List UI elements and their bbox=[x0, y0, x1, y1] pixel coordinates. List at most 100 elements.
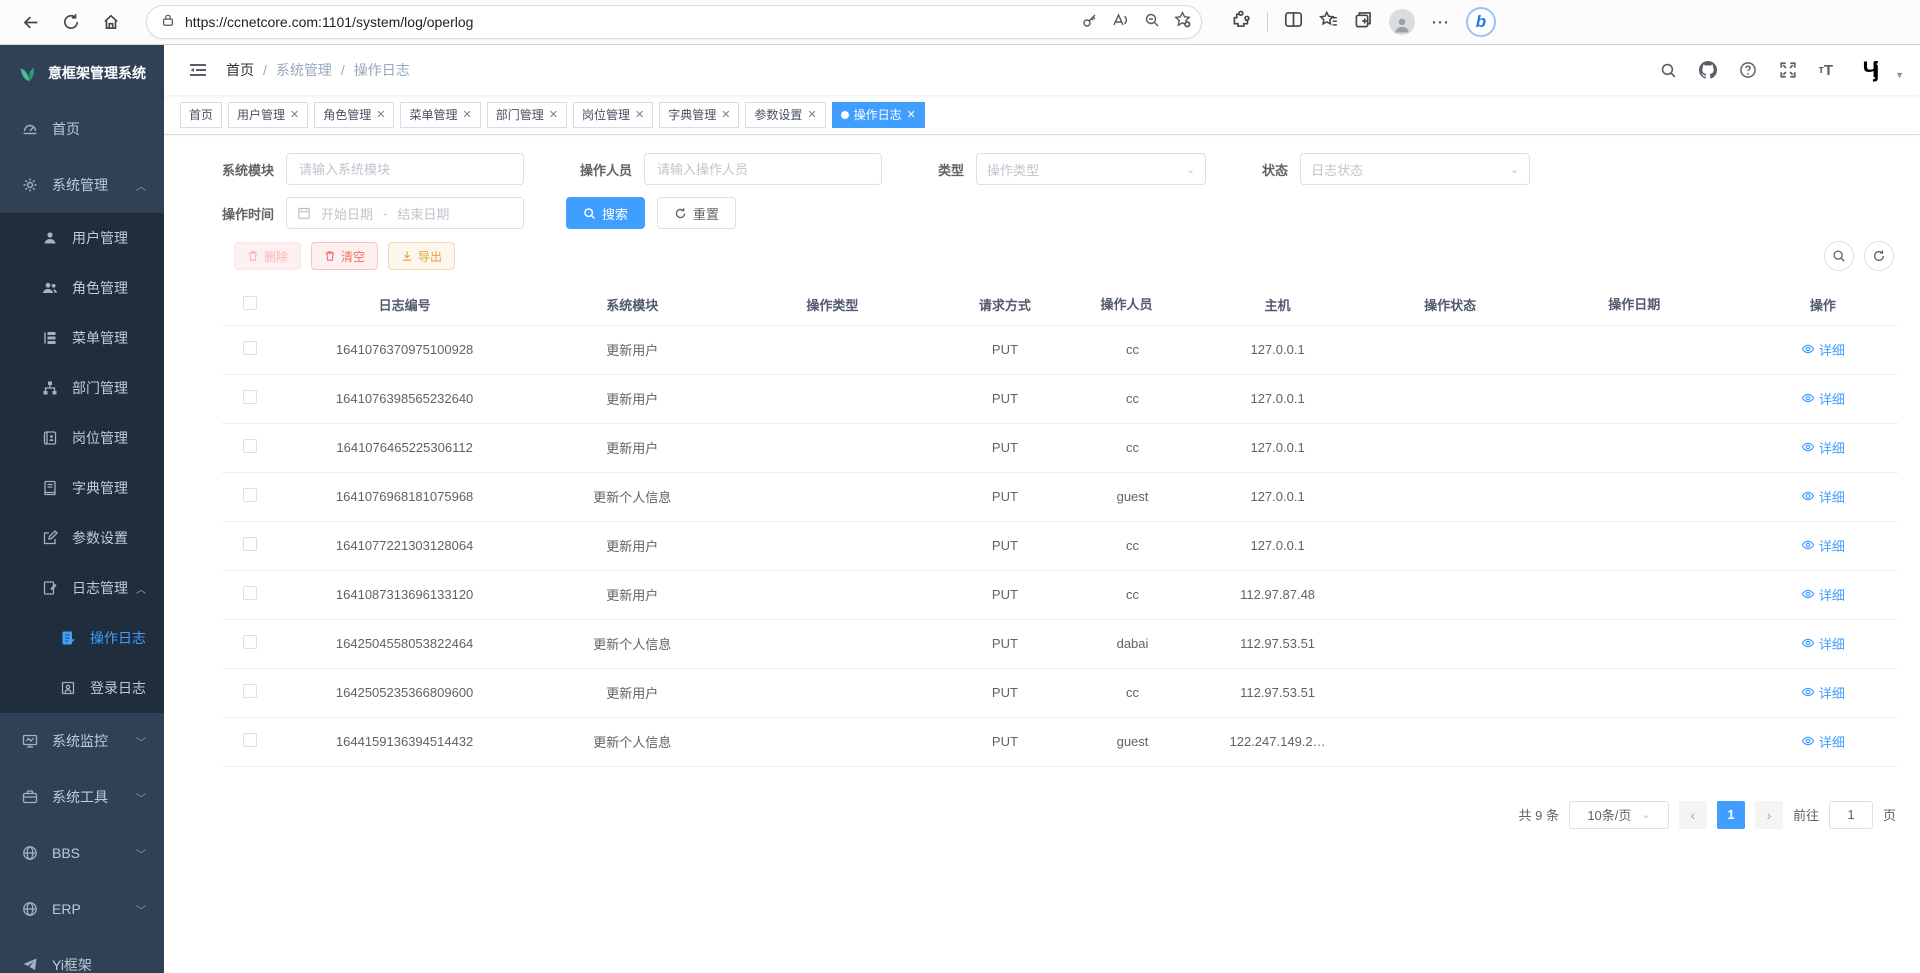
row-checkbox[interactable] bbox=[243, 341, 257, 355]
font-size-icon[interactable]: тT bbox=[1819, 62, 1834, 79]
favorites-icon[interactable] bbox=[1319, 10, 1338, 34]
sidebar-item-parameters[interactable]: 参数设置 bbox=[0, 513, 164, 563]
breadcrumb-home[interactable]: 首页 bbox=[226, 60, 254, 80]
more-menu-icon[interactable]: ⋯ bbox=[1431, 12, 1450, 33]
close-icon[interactable]: ✕ bbox=[907, 108, 916, 121]
tab-operation-log[interactable]: 操作日志✕ bbox=[832, 102, 925, 128]
row-checkbox[interactable] bbox=[243, 733, 257, 747]
close-icon[interactable]: ✕ bbox=[721, 108, 730, 121]
view-detail-link[interactable]: 详细 bbox=[1801, 732, 1845, 751]
view-detail-link[interactable]: 详细 bbox=[1801, 389, 1845, 408]
header-search-icon[interactable] bbox=[1660, 62, 1677, 79]
copilot-icon[interactable]: b bbox=[1466, 7, 1496, 37]
page-number-1[interactable]: 1 bbox=[1717, 801, 1745, 829]
row-checkbox[interactable] bbox=[243, 390, 257, 404]
user-avatar[interactable]: Чj bbox=[1855, 55, 1885, 85]
close-icon[interactable]: ✕ bbox=[549, 108, 558, 121]
view-detail-link[interactable]: 详细 bbox=[1801, 487, 1845, 506]
sidebar-item-posts[interactable]: 岗位管理 bbox=[0, 413, 164, 463]
hamburger-icon[interactable] bbox=[180, 52, 216, 88]
sidebar-item-yi-framework[interactable]: Yi框架 bbox=[0, 937, 164, 973]
browser-profile-avatar[interactable] bbox=[1389, 9, 1415, 35]
sort-icons[interactable] bbox=[1664, 297, 1672, 315]
delete-button[interactable]: 删除 bbox=[234, 242, 301, 270]
zoom-out-icon[interactable] bbox=[1144, 12, 1160, 33]
key-icon[interactable] bbox=[1082, 12, 1098, 33]
status-select[interactable]: 日志状态 ⌄ bbox=[1300, 153, 1530, 185]
hide-search-button[interactable] bbox=[1824, 241, 1854, 271]
row-checkbox[interactable] bbox=[243, 684, 257, 698]
row-checkbox[interactable] bbox=[243, 537, 257, 551]
reset-button[interactable]: 重置 bbox=[657, 197, 736, 229]
sidebar-item-erp[interactable]: ERP ﹀ bbox=[0, 881, 164, 937]
next-page-button[interactable]: › bbox=[1755, 801, 1783, 829]
sidebar-item-login-log[interactable]: 登录日志 bbox=[0, 663, 164, 713]
url-text[interactable]: https://ccnetcore.com:1101/system/log/op… bbox=[185, 14, 1072, 30]
view-detail-link[interactable]: 详细 bbox=[1801, 536, 1845, 555]
tab-dictionary[interactable]: 字典管理✕ bbox=[659, 102, 739, 128]
tab-roles[interactable]: 角色管理✕ bbox=[314, 102, 394, 128]
tab-parameters[interactable]: 参数设置✕ bbox=[745, 102, 825, 128]
split-screen-icon[interactable] bbox=[1284, 10, 1303, 34]
read-aloud-icon[interactable] bbox=[1112, 12, 1130, 33]
sidebar-item-logs[interactable]: 日志管理 ︿ bbox=[0, 563, 164, 613]
help-icon[interactable] bbox=[1739, 61, 1757, 79]
row-checkbox[interactable] bbox=[243, 439, 257, 453]
prev-page-button[interactable]: ‹ bbox=[1679, 801, 1707, 829]
caret-down-icon[interactable]: ▼ bbox=[1895, 70, 1904, 80]
search-button[interactable]: 搜索 bbox=[566, 197, 645, 229]
goto-page-input[interactable] bbox=[1829, 801, 1873, 829]
fullscreen-icon[interactable] bbox=[1779, 61, 1797, 79]
browser-home-icon[interactable] bbox=[94, 5, 128, 39]
type-select[interactable]: 操作类型 ⌄ bbox=[976, 153, 1206, 185]
collections-icon[interactable] bbox=[1354, 10, 1373, 34]
view-detail-link[interactable]: 详细 bbox=[1801, 634, 1845, 653]
sidebar-item-monitor[interactable]: 系统监控 ﹀ bbox=[0, 713, 164, 769]
row-checkbox[interactable] bbox=[243, 586, 257, 600]
date-range-picker[interactable]: 开始日期 - 结束日期 bbox=[286, 197, 524, 229]
address-bar[interactable]: https://ccnetcore.com:1101/system/log/op… bbox=[146, 5, 1202, 39]
browser-reload-icon[interactable] bbox=[54, 5, 88, 39]
sidebar-item-system[interactable]: 系统管理 ︿ bbox=[0, 157, 164, 213]
browser-back-icon[interactable] bbox=[14, 5, 48, 39]
close-icon[interactable]: ✕ bbox=[807, 108, 816, 121]
lock-icon[interactable] bbox=[161, 13, 175, 32]
extensions-icon[interactable] bbox=[1232, 10, 1251, 34]
module-input[interactable] bbox=[286, 153, 524, 185]
row-checkbox[interactable] bbox=[243, 635, 257, 649]
select-all-checkbox[interactable] bbox=[243, 296, 257, 310]
sidebar-item-menus[interactable]: 菜单管理 bbox=[0, 313, 164, 363]
tab-posts[interactable]: 岗位管理✕ bbox=[573, 102, 653, 128]
close-icon[interactable]: ✕ bbox=[376, 108, 385, 121]
row-checkbox[interactable] bbox=[243, 488, 257, 502]
refresh-table-button[interactable] bbox=[1864, 241, 1894, 271]
page-size-select[interactable]: 10条/页 ⌄ bbox=[1569, 801, 1669, 829]
clear-button[interactable]: 清空 bbox=[311, 242, 378, 270]
sidebar-item-home[interactable]: 首页 bbox=[0, 101, 164, 157]
favorite-add-icon[interactable] bbox=[1174, 11, 1191, 33]
operator-input[interactable] bbox=[644, 153, 882, 185]
sidebar-item-roles[interactable]: 角色管理 bbox=[0, 263, 164, 313]
view-detail-link[interactable]: 详细 bbox=[1801, 340, 1845, 359]
sidebar-item-dictionary[interactable]: 字典管理 bbox=[0, 463, 164, 513]
sidebar-item-bbs[interactable]: BBS ﹀ bbox=[0, 825, 164, 881]
close-icon[interactable]: ✕ bbox=[463, 108, 472, 121]
col-operator[interactable]: 操作人员 bbox=[1077, 285, 1187, 325]
github-icon[interactable] bbox=[1699, 61, 1717, 79]
app-logo[interactable]: 意框架管理系统 bbox=[0, 45, 164, 101]
sidebar-item-users[interactable]: 用户管理 bbox=[0, 213, 164, 263]
sidebar-item-tools[interactable]: 系统工具 ﹀ bbox=[0, 769, 164, 825]
view-detail-link[interactable]: 详细 bbox=[1801, 683, 1845, 702]
tab-menus[interactable]: 菜单管理✕ bbox=[400, 102, 480, 128]
close-icon[interactable]: ✕ bbox=[290, 108, 299, 121]
tab-departments[interactable]: 部门管理✕ bbox=[487, 102, 567, 128]
close-icon[interactable]: ✕ bbox=[635, 108, 644, 121]
view-detail-link[interactable]: 详细 bbox=[1801, 585, 1845, 604]
export-button[interactable]: 导出 bbox=[388, 242, 455, 270]
view-detail-link[interactable]: 详细 bbox=[1801, 438, 1845, 457]
sidebar-item-operation-log[interactable]: 操作日志 bbox=[0, 613, 164, 663]
sort-icons[interactable] bbox=[1157, 297, 1165, 315]
tab-users[interactable]: 用户管理✕ bbox=[228, 102, 308, 128]
sidebar-item-departments[interactable]: 部门管理 bbox=[0, 363, 164, 413]
col-date[interactable]: 操作日期 bbox=[1533, 285, 1748, 325]
